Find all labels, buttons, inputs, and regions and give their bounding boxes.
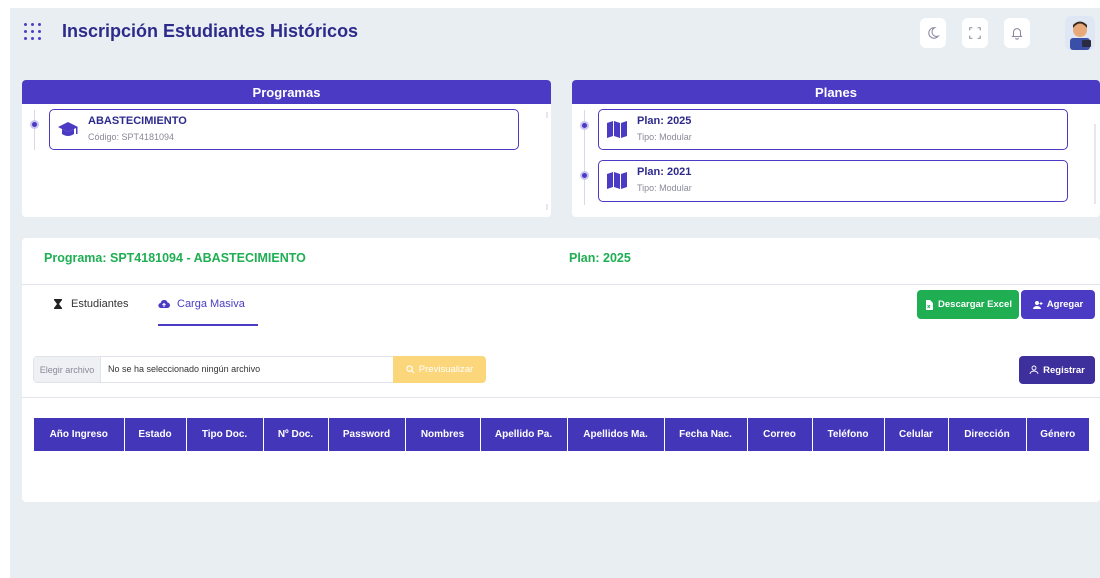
top-header: Inscripción Estudiantes Históricos [10, 8, 1100, 58]
column-header[interactable]: Teléfono [812, 418, 885, 451]
programas-header: Programas [22, 80, 551, 104]
user-plus-icon [1032, 300, 1043, 309]
planes-card: Planes Plan: 2025 Tipo: Modular Plan: 20… [572, 80, 1100, 217]
choose-file-button[interactable]: Elegir archivo [34, 357, 101, 382]
timeline-dot [30, 120, 39, 129]
plan-name: Plan: 2021 [637, 166, 692, 178]
column-header[interactable]: Password [328, 418, 406, 451]
scrollbar-track[interactable] [546, 112, 548, 118]
user-check-icon [1029, 365, 1039, 375]
column-header[interactable]: Estado [124, 418, 187, 451]
search-icon [406, 365, 415, 374]
table-header-row: Año Ingreso Estado Tipo Doc. Nº Doc. Pas… [34, 418, 1089, 451]
column-header[interactable]: Apellido Pa. [480, 418, 568, 451]
timeline-dot [580, 121, 589, 130]
column-header[interactable]: Tipo Doc. [186, 418, 264, 451]
active-tab-indicator [158, 324, 258, 326]
fullscreen-icon [969, 27, 981, 39]
notifications-button[interactable] [1004, 18, 1030, 48]
hourglass-icon [54, 299, 62, 309]
page-title: Inscripción Estudiantes Históricos [62, 21, 359, 41]
apps-grid-icon[interactable] [24, 23, 44, 43]
students-table: Año Ingreso Estado Tipo Doc. Nº Doc. Pas… [34, 418, 1089, 451]
previsualizar-button[interactable]: Previsualizar [393, 356, 486, 383]
graduation-cap-icon [58, 122, 78, 136]
map-icon [607, 172, 627, 189]
agregar-button[interactable]: Agregar [1021, 290, 1095, 319]
column-header[interactable]: Género [1026, 418, 1089, 451]
tab-label: Estudiantes [71, 298, 129, 310]
registrar-button[interactable]: Registrar [1019, 356, 1095, 384]
column-header[interactable]: Nombres [405, 418, 481, 451]
user-avatar[interactable] [1065, 16, 1095, 50]
programa-item[interactable]: ABASTECIMIENTO Código: SPT4181094 [49, 109, 519, 150]
moon-icon [928, 27, 940, 39]
main-card: Programa: SPT4181094 - ABASTECIMIENTO Pl… [22, 238, 1100, 502]
column-header[interactable]: Apellidos Ma. [567, 418, 665, 451]
plan-type: Tipo: Modular [637, 183, 692, 193]
column-header[interactable]: Dirección [948, 418, 1027, 451]
file-status-text: No se ha seleccionado ningún archivo [108, 364, 261, 374]
fullscreen-button[interactable] [962, 18, 988, 48]
tab-carga-masiva[interactable]: Carga Masiva [158, 298, 245, 310]
file-excel-icon [926, 299, 934, 310]
programa-code: Código: SPT4181094 [88, 132, 175, 142]
selected-programa-label: Programa: SPT4181094 - ABASTECIMIENTO [44, 251, 306, 265]
timeline-line [34, 110, 35, 150]
column-header[interactable]: Nº Doc. [263, 418, 329, 451]
column-header[interactable]: Fecha Nac. [664, 418, 748, 451]
column-header[interactable]: Correo [747, 418, 813, 451]
file-upload-field[interactable]: Elegir archivo No se ha seleccionado nin… [33, 356, 486, 383]
programas-card: Programas ABASTECIMIENTO Código: SPT4181… [22, 80, 551, 217]
scrollbar-track[interactable] [546, 204, 548, 210]
tab-label: Carga Masiva [177, 298, 245, 310]
tab-estudiantes[interactable]: Estudiantes [52, 298, 128, 310]
divider [22, 397, 1100, 398]
bell-icon [1011, 28, 1023, 40]
cloud-upload-icon [158, 300, 170, 309]
planes-header: Planes [572, 80, 1100, 104]
theme-toggle-button[interactable] [920, 18, 946, 48]
plan-item[interactable]: Plan: 2021 Tipo: Modular [598, 160, 1068, 202]
divider [22, 284, 1100, 285]
programa-name: ABASTECIMIENTO [88, 115, 187, 127]
plan-type: Tipo: Modular [637, 132, 692, 142]
selected-plan-label: Plan: 2025 [569, 251, 631, 265]
plan-name: Plan: 2025 [637, 115, 692, 127]
column-header[interactable]: Año Ingreso [34, 418, 125, 451]
column-header[interactable]: Celular [884, 418, 949, 451]
app-page: Inscripción Estudiantes Históricos Progr… [10, 8, 1100, 578]
plan-item[interactable]: Plan: 2025 Tipo: Modular [598, 109, 1068, 150]
map-icon [607, 121, 627, 138]
descargar-excel-button[interactable]: Descargar Excel [917, 290, 1019, 319]
timeline-dot [580, 171, 589, 180]
scrollbar-track[interactable] [1094, 124, 1096, 204]
